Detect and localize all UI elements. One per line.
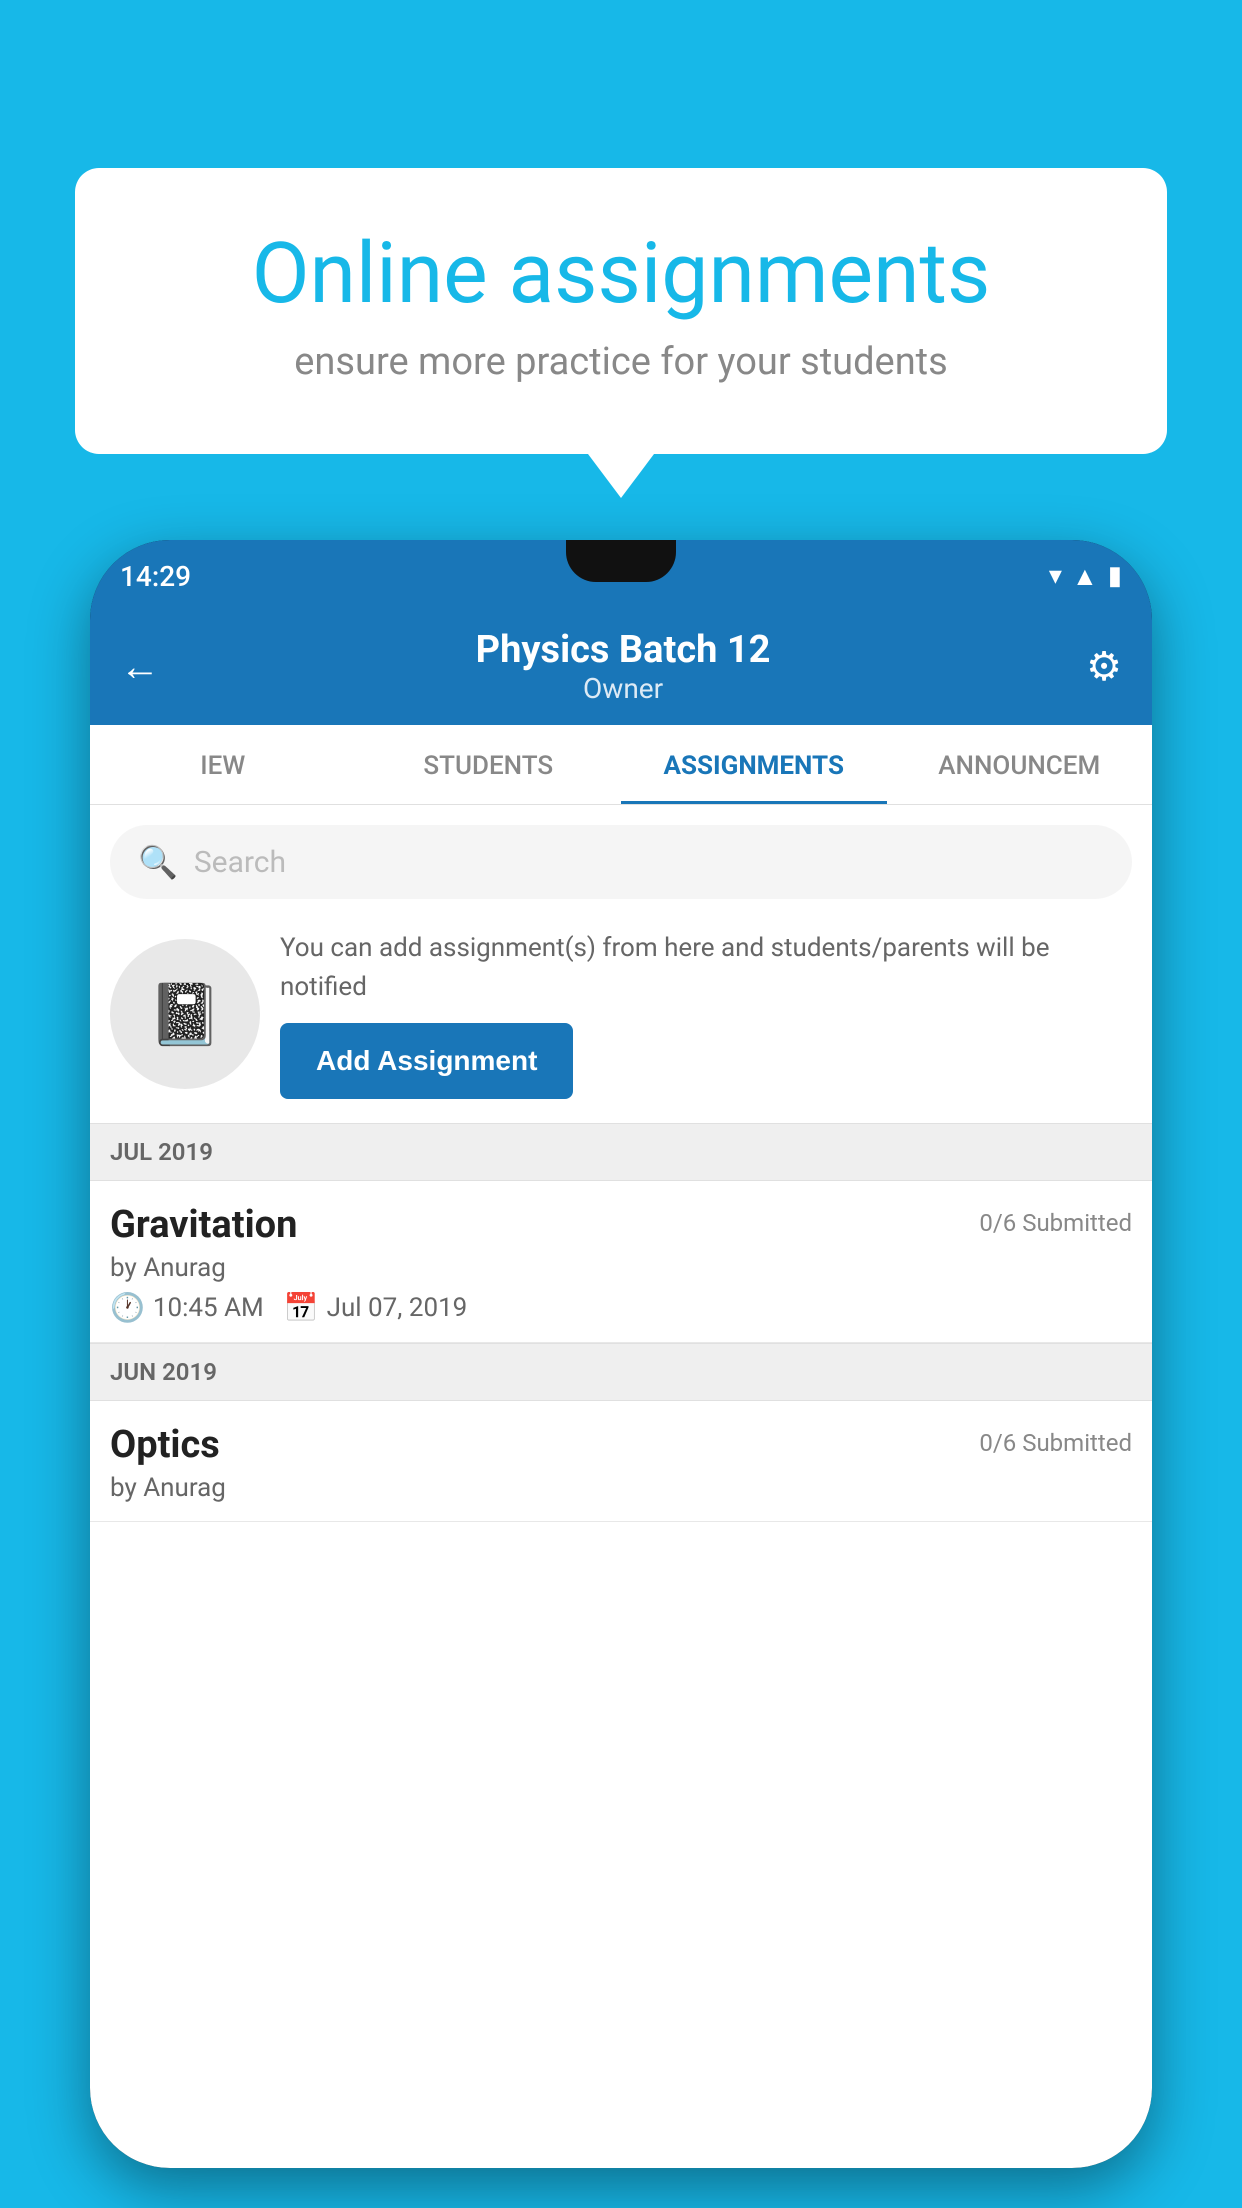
app-header: ← Physics Batch 12 Owner ⚙ — [90, 612, 1152, 725]
signal-icon: ▲ — [1072, 561, 1098, 592]
tab-announcements[interactable]: ANNOUNCEM — [887, 725, 1153, 804]
section-jul-2019: JUL 2019 — [90, 1123, 1152, 1181]
time-value-gravitation: 10:45 AM — [153, 1293, 264, 1323]
search-bar[interactable]: 🔍 Search — [110, 825, 1132, 899]
wifi-icon: ▾ — [1049, 561, 1062, 591]
assignment-submitted-optics: 0/6 Submitted — [979, 1429, 1132, 1457]
back-button[interactable]: ← — [120, 643, 160, 690]
status-bar: 14:29 ▾ ▲ ▮ — [90, 540, 1152, 612]
datetime-time-gravitation: 🕐 10:45 AM — [110, 1291, 264, 1324]
settings-icon[interactable]: ⚙ — [1086, 643, 1122, 690]
clock-icon: 🕐 — [110, 1291, 145, 1324]
tab-students[interactable]: STUDENTS — [356, 725, 622, 804]
assignment-name-optics: Optics — [110, 1423, 220, 1467]
add-assignment-button[interactable]: Add Assignment — [280, 1023, 573, 1099]
status-time: 14:29 — [120, 560, 191, 593]
bubble-subtitle: ensure more practice for your students — [155, 340, 1087, 384]
assignment-top-row-optics: Optics 0/6 Submitted — [110, 1423, 1132, 1467]
batch-title: Physics Batch 12 — [160, 628, 1086, 672]
batch-role: Owner — [160, 672, 1086, 705]
notebook-icon: 📓 — [148, 979, 223, 1050]
assignment-by-optics: by Anurag — [110, 1473, 1132, 1503]
section-jun-2019: JUN 2019 — [90, 1343, 1152, 1401]
search-placeholder: Search — [194, 845, 286, 880]
date-value-gravitation: Jul 07, 2019 — [327, 1293, 468, 1323]
battery-icon: ▮ — [1108, 561, 1122, 591]
phone-frame: 14:29 ▾ ▲ ▮ ← Physics Batch 12 Owner ⚙ I… — [90, 540, 1152, 2168]
assignment-gravitation[interactable]: Gravitation 0/6 Submitted by Anurag 🕐 10… — [90, 1181, 1152, 1343]
search-icon: 🔍 — [138, 843, 178, 881]
assignment-submitted-gravitation: 0/6 Submitted — [979, 1209, 1132, 1237]
promo-right: You can add assignment(s) from here and … — [280, 929, 1132, 1099]
tab-assignments[interactable]: ASSIGNMENTS — [621, 725, 887, 804]
bubble-title: Online assignments — [155, 228, 1087, 320]
status-icons: ▾ ▲ ▮ — [1049, 561, 1122, 592]
assignment-datetime-gravitation: 🕐 10:45 AM 📅 Jul 07, 2019 — [110, 1291, 1132, 1324]
assignment-by-gravitation: by Anurag — [110, 1253, 1132, 1283]
tab-iew[interactable]: IEW — [90, 725, 356, 804]
header-title-group: Physics Batch 12 Owner — [160, 628, 1086, 705]
promo-icon-circle: 📓 — [110, 939, 260, 1089]
promo-description: You can add assignment(s) from here and … — [280, 929, 1132, 1007]
assignment-name-gravitation: Gravitation — [110, 1203, 297, 1247]
tab-bar: IEW STUDENTS ASSIGNMENTS ANNOUNCEM — [90, 725, 1152, 805]
phone-notch — [566, 540, 676, 582]
assignment-optics[interactable]: Optics 0/6 Submitted by Anurag — [90, 1401, 1152, 1522]
speech-bubble: Online assignments ensure more practice … — [75, 168, 1167, 454]
calendar-icon: 📅 — [284, 1291, 319, 1324]
screen-content: 🔍 Search 📓 You can add assignment(s) fro… — [90, 805, 1152, 2168]
datetime-date-gravitation: 📅 Jul 07, 2019 — [284, 1291, 468, 1324]
assignment-top-row: Gravitation 0/6 Submitted — [110, 1203, 1132, 1247]
promo-block: 📓 You can add assignment(s) from here an… — [90, 909, 1152, 1123]
